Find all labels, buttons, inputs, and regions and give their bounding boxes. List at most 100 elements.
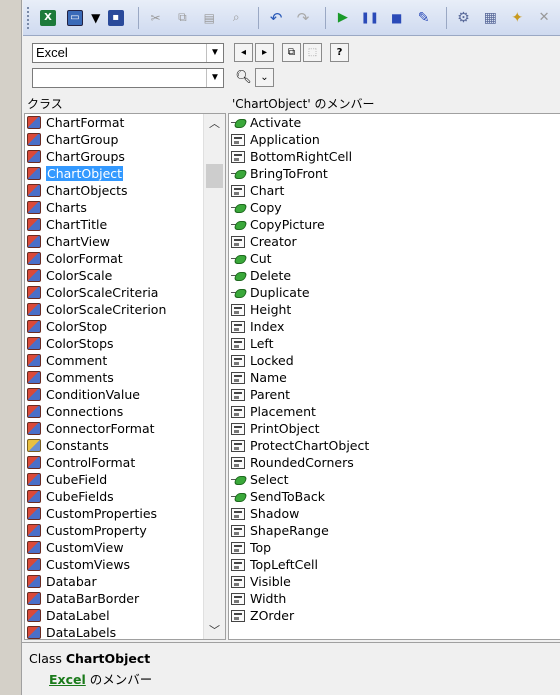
class-list-item[interactable]: ChartGroups: [25, 148, 225, 165]
member-list-item-label: Locked: [250, 353, 294, 368]
member-list-item[interactable]: Width: [229, 590, 560, 607]
class-list-item[interactable]: Constants: [25, 437, 225, 454]
redo-icon[interactable]: ↷: [292, 7, 314, 29]
copy-to-clipboard-button[interactable]: ⧉: [282, 43, 301, 62]
member-list-item[interactable]: Cut: [229, 250, 560, 267]
member-list-item[interactable]: ProtectChartObject: [229, 437, 560, 454]
member-list-item[interactable]: RoundedCorners: [229, 454, 560, 471]
members-list[interactable]: Activate Application BottomRightCell BringT…: [228, 113, 560, 640]
forward-button[interactable]: ▸: [255, 43, 274, 62]
member-list-item[interactable]: Visible: [229, 573, 560, 590]
member-list-item[interactable]: Index: [229, 318, 560, 335]
class-list-item[interactable]: DataLabel: [25, 607, 225, 624]
class-list-item[interactable]: CubeField: [25, 471, 225, 488]
class-list-item[interactable]: DataBarBorder: [25, 590, 225, 607]
member-list-item[interactable]: Placement: [229, 403, 560, 420]
member-list-item[interactable]: SendToBack: [229, 488, 560, 505]
class-list-item[interactable]: ChartTitle: [25, 216, 225, 233]
break-icon[interactable]: ❚❚: [359, 7, 381, 29]
member-list-item[interactable]: Height: [229, 301, 560, 318]
dropdown-icon[interactable]: ▼: [91, 7, 101, 29]
member-list-item[interactable]: Select: [229, 471, 560, 488]
class-list-item[interactable]: ColorStops: [25, 335, 225, 352]
class-list-item[interactable]: ChartGroup: [25, 131, 225, 148]
class-list-item[interactable]: ColorScaleCriteria: [25, 284, 225, 301]
class-list-item-label: DataLabel: [46, 608, 110, 623]
copy-icon[interactable]: ⧉: [172, 7, 194, 29]
class-list-item[interactable]: ChartObjects: [25, 182, 225, 199]
excel-icon[interactable]: X: [37, 7, 59, 29]
member-list-item[interactable]: Delete: [229, 267, 560, 284]
project-explorer-icon[interactable]: ⚙: [453, 7, 475, 29]
class-list-item[interactable]: Connections: [25, 403, 225, 420]
member-list-item[interactable]: ShapeRange: [229, 522, 560, 539]
class-list-item[interactable]: ColorStop: [25, 318, 225, 335]
class-list-item[interactable]: CubeFields: [25, 488, 225, 505]
undo-icon[interactable]: ↶: [265, 7, 287, 29]
class-list-item[interactable]: CustomView: [25, 539, 225, 556]
class-list-item[interactable]: CustomViews: [25, 556, 225, 573]
class-list-item[interactable]: Charts: [25, 199, 225, 216]
member-list-item[interactable]: TopLeftCell: [229, 556, 560, 573]
toolbox-icon[interactable]: ✕: [533, 7, 555, 29]
member-list-item[interactable]: Name: [229, 369, 560, 386]
class-list-item[interactable]: ConditionValue: [25, 386, 225, 403]
member-list-item[interactable]: Creator: [229, 233, 560, 250]
class-list-item[interactable]: ColorScale: [25, 267, 225, 284]
scroll-thumb[interactable]: [206, 164, 223, 188]
chevron-down-icon[interactable]: ▼: [206, 44, 223, 62]
class-list-item[interactable]: ConnectorFormat: [25, 420, 225, 437]
chevron-up-icon[interactable]: ︿: [204, 114, 225, 132]
member-list-item[interactable]: BottomRightCell: [229, 148, 560, 165]
class-list-item[interactable]: ColorFormat: [25, 250, 225, 267]
class-list-item[interactable]: ChartObject: [25, 165, 225, 182]
library-combo[interactable]: Excel ▼: [32, 43, 224, 63]
cut-icon[interactable]: ✂: [145, 7, 167, 29]
class-list-item[interactable]: Databar: [25, 573, 225, 590]
show-search-results-button[interactable]: ⌄: [255, 68, 274, 87]
class-list-item[interactable]: ChartFormat: [25, 114, 225, 131]
member-list-item[interactable]: CopyPicture: [229, 216, 560, 233]
class-list-item[interactable]: DataLabels: [25, 624, 225, 639]
member-list-item[interactable]: Copy: [229, 199, 560, 216]
class-list-item[interactable]: CustomProperties: [25, 505, 225, 522]
run-icon[interactable]: ▶: [332, 7, 354, 29]
paste-icon[interactable]: ▤: [198, 7, 220, 29]
find-icon[interactable]: ⌕: [225, 7, 247, 29]
member-list-item[interactable]: BringToFront: [229, 165, 560, 182]
design-mode-icon[interactable]: ✎: [413, 7, 435, 29]
library-link[interactable]: Excel: [49, 672, 86, 687]
member-list-item[interactable]: PrintObject: [229, 420, 560, 437]
class-list-item[interactable]: ChartView: [25, 233, 225, 250]
back-button[interactable]: ◂: [234, 43, 253, 62]
member-list-item[interactable]: Shadow: [229, 505, 560, 522]
member-list-item[interactable]: Left: [229, 335, 560, 352]
member-list-item[interactable]: ZOrder: [229, 607, 560, 624]
classes-list[interactable]: ChartFormat ChartGroup ChartGroups ChartObj…: [24, 113, 226, 640]
search-combo[interactable]: ▼: [32, 68, 224, 88]
search-button[interactable]: 🔍︎: [234, 68, 253, 87]
chevron-down-icon[interactable]: ﹀: [204, 621, 225, 639]
member-list-item[interactable]: Locked: [229, 352, 560, 369]
reset-icon[interactable]: ■: [386, 7, 408, 29]
userform-icon[interactable]: ▭: [64, 7, 86, 29]
member-list-item[interactable]: Parent: [229, 386, 560, 403]
object-browser-icon[interactable]: ✦: [506, 7, 528, 29]
member-list-item[interactable]: Application: [229, 131, 560, 148]
view-definition-button[interactable]: ⬚: [303, 43, 322, 62]
member-list-item[interactable]: Chart: [229, 182, 560, 199]
properties-icon[interactable]: ▦: [479, 7, 501, 29]
chevron-down-icon[interactable]: ▼: [206, 69, 223, 87]
class-list-item[interactable]: ControlFormat: [25, 454, 225, 471]
member-list-item[interactable]: Activate: [229, 114, 560, 131]
member-list-item[interactable]: Top: [229, 539, 560, 556]
toolbar-grip[interactable]: [27, 6, 31, 29]
class-list-item[interactable]: Comment: [25, 352, 225, 369]
member-list-item[interactable]: Duplicate: [229, 284, 560, 301]
save-icon[interactable]: ▪: [105, 7, 127, 29]
class-list-item[interactable]: CustomProperty: [25, 522, 225, 539]
help-button[interactable]: ?: [330, 43, 349, 62]
class-list-item[interactable]: Comments: [25, 369, 225, 386]
class-list-item[interactable]: ColorScaleCriterion: [25, 301, 225, 318]
classes-scrollbar[interactable]: ︿ ﹀: [203, 114, 225, 639]
